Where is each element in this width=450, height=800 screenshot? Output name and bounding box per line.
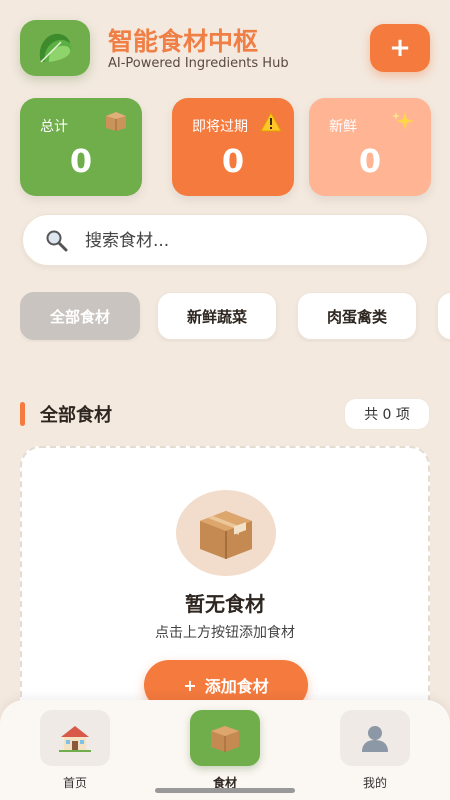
- stat-card-fresh[interactable]: 新鲜 0: [309, 98, 431, 196]
- add-ingredient-button[interactable]: +: [370, 24, 430, 72]
- search-icon: [45, 229, 69, 257]
- section-title: 全部食材: [40, 405, 112, 426]
- stat-value: 0: [221, 142, 245, 180]
- search-bar[interactable]: [22, 214, 428, 266]
- category-chip-more[interactable]: [437, 292, 450, 340]
- package-icon: [104, 110, 128, 136]
- package-icon: [211, 726, 239, 752]
- sparkle-icon: [391, 110, 417, 136]
- nav-tile: [340, 710, 410, 766]
- nav-item-ingredients[interactable]: 食材: [190, 710, 260, 796]
- stat-label: 即将过期: [192, 119, 248, 135]
- nav-label: 首页: [62, 776, 87, 790]
- empty-subtitle: 点击上方按钮添加食材: [155, 625, 295, 641]
- category-chip-all[interactable]: 全部食材: [20, 292, 140, 340]
- section-accent-bar: [20, 402, 25, 426]
- package-icon: [200, 511, 252, 559]
- stats-row: 总计 0 即将过期 0 新鲜 0: [20, 98, 431, 196]
- user-icon: [362, 726, 388, 752]
- empty-box-badge: [176, 490, 276, 576]
- item-count-badge: 共 0 项: [344, 398, 430, 430]
- house-icon: [59, 726, 91, 752]
- add-food-label: 添加食材: [204, 677, 269, 696]
- app-subtitle: AI-Powered Ingredients Hub: [108, 56, 289, 71]
- nav-item-home[interactable]: 首页: [40, 710, 110, 796]
- search-input[interactable]: [85, 227, 405, 255]
- empty-title: 暂无食材: [185, 592, 265, 616]
- app-logo: [20, 20, 90, 76]
- home-indicator[interactable]: [155, 788, 295, 793]
- app-header: 智能食材中枢 AI-Powered Ingredients Hub +: [20, 20, 430, 76]
- stat-card-total[interactable]: 总计 0: [20, 98, 142, 196]
- category-filter: 全部食材 新鲜蔬菜 肉蛋禽类: [20, 292, 450, 342]
- nav-item-profile[interactable]: 我的: [340, 710, 410, 796]
- stat-label: 新鲜: [329, 119, 357, 135]
- nav-label: 我的: [362, 776, 387, 790]
- stat-value: 0: [69, 142, 93, 180]
- stat-value: 0: [358, 142, 382, 180]
- category-chip-vegetables[interactable]: 新鲜蔬菜: [157, 292, 277, 340]
- leafy-greens-icon: [39, 33, 72, 63]
- nav-tile: [190, 710, 260, 766]
- category-chip-meat-eggs[interactable]: 肉蛋禽类: [297, 292, 417, 340]
- app-title: 智能食材中枢: [108, 27, 259, 56]
- stat-label: 总计: [40, 119, 68, 135]
- plus-icon: +: [183, 675, 197, 695]
- nav-tile: [40, 710, 110, 766]
- section-header: 全部食材 共 0 项: [20, 398, 430, 430]
- stat-card-expiring[interactable]: 即将过期 0: [172, 98, 294, 196]
- warning-icon: [260, 111, 282, 136]
- bottom-nav: 首页 食材 我的: [0, 700, 450, 800]
